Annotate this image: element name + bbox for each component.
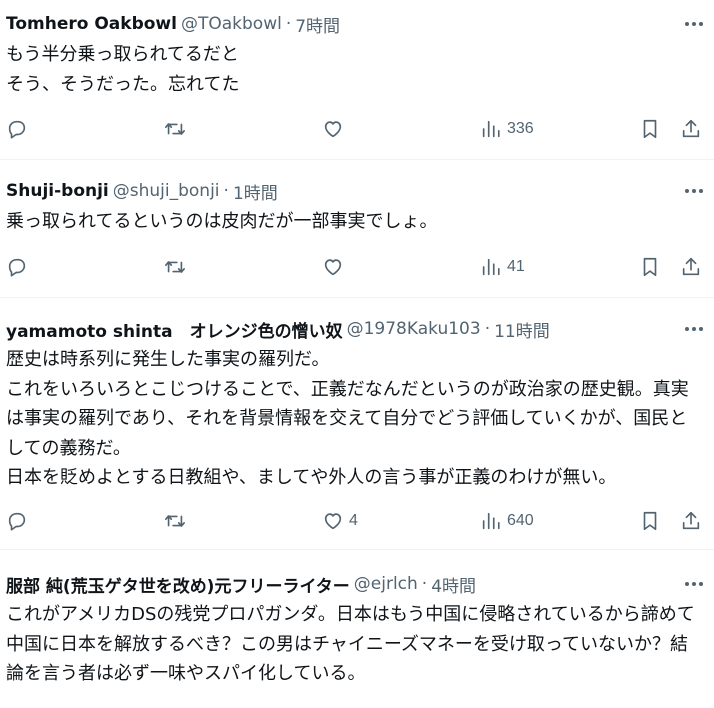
bookmark-button[interactable] xyxy=(639,254,661,280)
tweet-header: Shuji-bonji @shuji_bonji · 1時間 xyxy=(6,179,704,204)
more-horizontal-icon xyxy=(685,582,703,586)
separator: · xyxy=(484,319,491,339)
bookmark-icon xyxy=(643,119,657,139)
tweet-header: Tomhero Oakbowl @TOakbowl · 7時間 xyxy=(6,12,704,37)
reply-icon xyxy=(8,120,26,139)
share-icon xyxy=(682,257,700,276)
reply-button[interactable] xyxy=(6,508,33,534)
view-count: 640 xyxy=(507,512,534,529)
tweet-header: 服部 純(荒玉ゲタ世を改め)元フリーライター @ejrlch · 4時間 xyxy=(6,572,704,597)
author-handle[interactable]: @ejrlch xyxy=(354,574,418,594)
views-bar-chart-icon xyxy=(482,258,500,276)
separator: · xyxy=(421,574,428,594)
author-name[interactable]: yamamoto shinta オレンジ色の憎い奴 xyxy=(6,317,343,342)
reply-button[interactable] xyxy=(6,254,33,280)
timestamp[interactable]: 11時間 xyxy=(494,317,550,342)
view-count: 41 xyxy=(507,258,525,275)
heart-icon xyxy=(324,121,342,138)
author-name[interactable]: 服部 純(荒玉ゲタ世を改め)元フリーライター xyxy=(6,572,350,597)
share-button[interactable] xyxy=(680,116,702,142)
tweet-actions: 41 xyxy=(0,254,714,280)
bookmark-button[interactable] xyxy=(639,508,661,534)
share-icon xyxy=(682,511,700,530)
more-horizontal-icon xyxy=(685,327,703,331)
timestamp[interactable]: 4時間 xyxy=(431,572,476,597)
tweet-text: 歴史は時系列に発生した事実の羅列だ。 これをいろいろとこじつけることで、正義だな… xyxy=(6,349,689,488)
tweet-header: yamamoto shinta オレンジ色の憎い奴 @1978Kaku103 ·… xyxy=(6,317,704,342)
retweet-icon xyxy=(165,123,185,135)
heart-icon xyxy=(324,513,342,530)
tweet-text: これがアメリカDSの残党プロパガンダ。日本はもう中国に侵略されているから諦めて中… xyxy=(6,604,695,684)
author-handle[interactable]: @TOakbowl xyxy=(181,14,282,34)
reply-button[interactable] xyxy=(6,116,33,142)
share-button[interactable] xyxy=(680,254,702,280)
author-handle[interactable]: @1978Kaku103 xyxy=(347,319,481,339)
views-button[interactable]: 41 xyxy=(480,254,525,280)
more-options-button[interactable] xyxy=(682,572,706,596)
tweet-3[interactable]: yamamoto shinta オレンジ色の憎い奴 @1978Kaku103 ·… xyxy=(0,298,714,550)
more-options-button[interactable] xyxy=(682,179,706,203)
tweet-actions: 336 xyxy=(0,116,714,142)
views-button[interactable]: 336 xyxy=(480,116,534,142)
like-button[interactable] xyxy=(322,116,349,142)
author-handle[interactable]: @shuji_bonji xyxy=(113,181,220,201)
views-button[interactable]: 640 xyxy=(480,508,534,534)
more-options-button[interactable] xyxy=(682,12,706,36)
retweet-icon xyxy=(165,261,185,273)
tweet-2[interactable]: Shuji-bonji @shuji_bonji · 1時間 乗っ取られてるとい… xyxy=(0,160,714,298)
bookmark-icon xyxy=(643,511,657,531)
more-horizontal-icon xyxy=(685,22,703,26)
retweet-button[interactable] xyxy=(164,508,191,534)
like-button[interactable] xyxy=(322,254,349,280)
separator: · xyxy=(223,181,229,201)
tweet-actions: 4 640 xyxy=(0,508,714,534)
bookmark-icon xyxy=(643,257,657,277)
retweet-button[interactable] xyxy=(164,116,191,142)
views-bar-chart-icon xyxy=(482,512,500,530)
like-button[interactable]: 4 xyxy=(322,508,358,534)
separator: · xyxy=(285,14,292,34)
retweet-icon xyxy=(165,515,185,527)
more-options-button[interactable] xyxy=(682,317,706,341)
heart-icon xyxy=(324,259,342,276)
bookmark-button[interactable] xyxy=(639,116,661,142)
view-count: 336 xyxy=(507,120,534,137)
views-bar-chart-icon xyxy=(482,120,500,138)
like-count: 4 xyxy=(349,512,358,529)
reply-icon xyxy=(8,258,26,277)
author-name[interactable]: Shuji-bonji xyxy=(6,181,109,201)
share-button[interactable] xyxy=(680,508,702,534)
share-icon xyxy=(682,119,700,138)
more-horizontal-icon xyxy=(685,189,703,193)
timestamp[interactable]: 7時間 xyxy=(295,12,340,37)
tweet-text: もう半分乗っ取られてるだと そう、そうだった。忘れてた xyxy=(6,44,240,95)
author-name[interactable]: Tomhero Oakbowl xyxy=(6,14,177,34)
retweet-button[interactable] xyxy=(164,254,191,280)
timestamp[interactable]: 1時間 xyxy=(233,179,278,204)
tweet-4[interactable]: 服部 純(荒玉ゲタ世を改め)元フリーライター @ejrlch · 4時間 これが… xyxy=(0,550,714,708)
tweet-text: 乗っ取られてるというのは皮肉だが一部事実でしょ。 xyxy=(6,211,438,232)
tweet-1[interactable]: Tomhero Oakbowl @TOakbowl · 7時間 もう半分乗っ取ら… xyxy=(0,0,714,160)
reply-icon xyxy=(8,512,26,531)
